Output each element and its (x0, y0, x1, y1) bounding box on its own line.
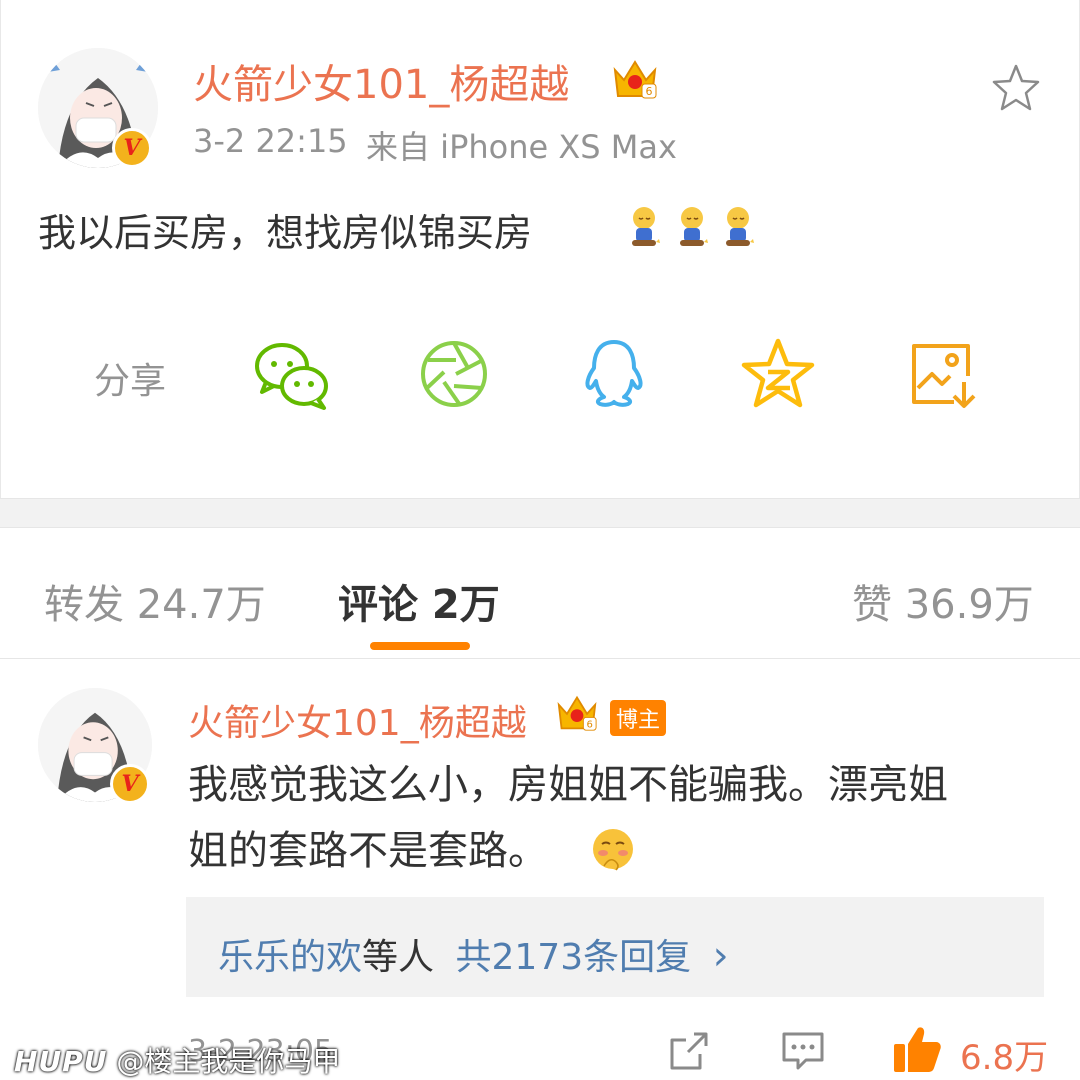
active-tab-indicator (370, 642, 470, 650)
vip-crown-icon: 6 (612, 56, 658, 100)
reply-user-link[interactable]: 乐乐的欢 (218, 937, 362, 978)
reply-total-link[interactable]: 共2173条回复 (455, 937, 691, 978)
post-text: 我以后买房，想找房似锦买房 (38, 211, 533, 255)
comment-text-line2: 姐的套路不是套路。 (188, 828, 548, 874)
chevron-right-icon: › (712, 933, 729, 979)
share-label: 分享 (94, 361, 167, 402)
svg-text:6: 6 (587, 719, 593, 730)
save-image-icon[interactable] (906, 336, 986, 416)
tab-likes[interactable]: 赞 36.9万 (852, 572, 1034, 630)
vip-crown-icon: 6 (556, 692, 598, 732)
section-divider (0, 498, 1080, 528)
post-username[interactable]: 火箭少女101_杨超越 (193, 52, 569, 110)
post-source: 来自 iPhone XS Max (366, 128, 677, 166)
shy-face-emoji-icon (590, 826, 636, 872)
watermark: HUPU @楼主我是你马甲 (14, 1040, 340, 1080)
verified-badge-icon: V (112, 128, 152, 168)
reply-comment-icon[interactable] (780, 1028, 826, 1074)
moments-icon[interactable] (416, 336, 496, 416)
tab-comments[interactable]: 评论 2万 (338, 572, 500, 630)
tab-repost[interactable]: 转发 24.7万 (44, 572, 266, 630)
favorite-star-icon[interactable] (990, 62, 1042, 114)
comment-text-line1: 我感觉我这么小，房姐姐不能骗我。漂亮姐 (188, 762, 948, 808)
qq-icon[interactable] (576, 336, 656, 416)
tabs-divider (0, 658, 1080, 659)
wechat-icon[interactable] (252, 336, 332, 416)
author-tag-badge: 博主 (610, 700, 667, 736)
post-time: 3-2 22:15 (193, 122, 348, 160)
comment-username[interactable]: 火箭少女101_杨超越 (188, 694, 527, 746)
replies-preview-text[interactable]: 乐乐的欢等人 共2173条回复 › (218, 928, 729, 980)
sitting-emoji-icon (632, 207, 754, 246)
verified-badge-icon: V (110, 764, 150, 804)
share-comment-icon[interactable] (666, 1028, 712, 1074)
watermark-text: @楼主我是你马甲 (116, 1045, 341, 1078)
thumbs-up-icon[interactable] (890, 1022, 944, 1076)
hupu-logo: HUPU (14, 1045, 108, 1078)
qzone-icon[interactable] (738, 336, 818, 416)
emoji-group (628, 200, 758, 250)
reply-mid-text: 等人 (362, 937, 435, 978)
like-count: 6.8万 (960, 1038, 1049, 1078)
svg-text:6: 6 (646, 85, 653, 98)
